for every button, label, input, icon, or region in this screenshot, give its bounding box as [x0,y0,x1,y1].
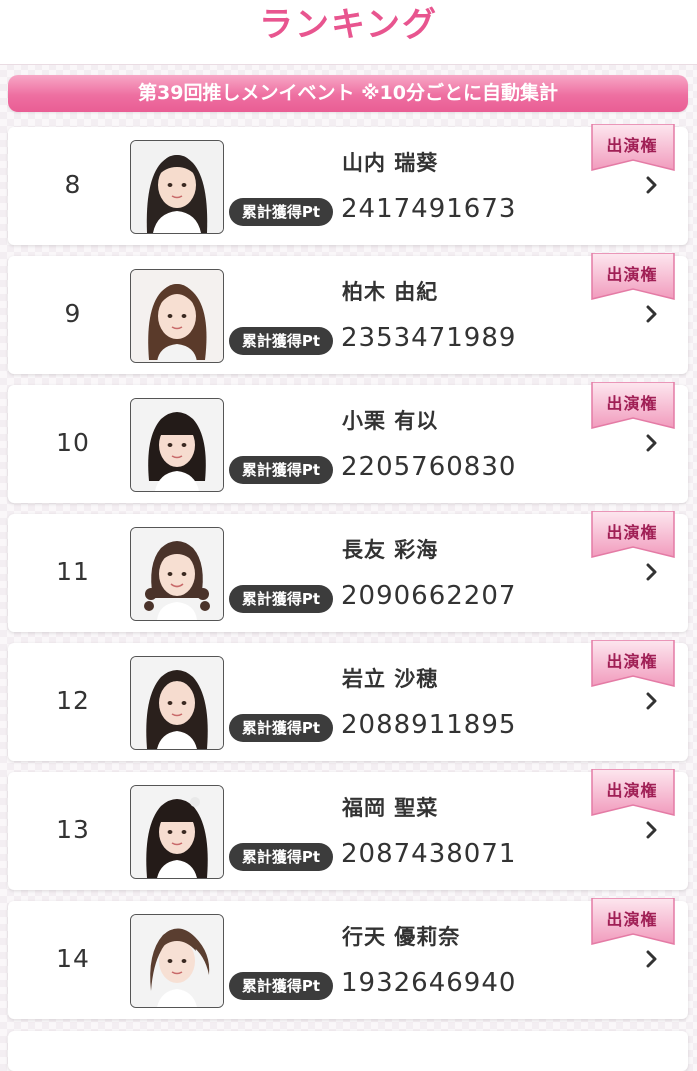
member-avatar [130,914,224,1008]
ribbon-label: 出演権 [606,523,658,542]
chevron-right-icon[interactable] [642,563,660,581]
ranking-card[interactable]: 9 柏木 由紀 累計獲得Pt 2353471989 出演権 [8,253,688,374]
ribbon-badge-icon: 出演権 [588,511,682,561]
point-value: 2417491673 [341,194,517,224]
point-value: 2087438071 [341,839,517,869]
ranking-card[interactable]: 13 福岡 聖菜 累計獲得Pt 2087438071 出演権 [8,769,688,890]
ribbon-label: 出演権 [606,652,658,671]
point-value: 1932646940 [341,968,517,998]
event-banner: 第39回推しメンイベント ※10分ごとに自動集計 [8,75,688,112]
chevron-right-icon[interactable] [642,176,660,194]
member-name: 柏木 由紀 [342,280,439,304]
member-name: 福岡 聖菜 [342,796,439,820]
member-name: 岩立 沙穂 [342,667,439,691]
ribbon-label: 出演権 [606,910,658,929]
chevron-right-icon[interactable] [642,821,660,839]
point-value: 2205760830 [341,452,517,482]
member-avatar [130,140,224,234]
ranking-card[interactable]: 10 小栗 有以 累計獲得Pt 2205760830 出演権 [8,382,688,503]
chevron-right-icon[interactable] [642,950,660,968]
chevron-right-icon[interactable] [642,305,660,323]
ribbon-badge-icon: 出演権 [588,253,682,303]
member-name: 小栗 有以 [342,409,439,433]
ribbon-badge-icon: 出演権 [588,382,682,432]
rank-number: 11 [56,557,90,586]
member-name: 山内 瑞葵 [342,151,439,175]
ribbon-badge-icon: 出演権 [588,769,682,819]
header: ランキング [0,0,697,65]
ribbon-label: 出演権 [606,394,658,413]
rank-number: 13 [56,815,90,844]
rank-number: 14 [56,944,90,973]
pt-badge: 累計獲得Pt [229,198,333,226]
ribbon-label: 出演権 [606,265,658,284]
member-name: 長友 彩海 [342,538,439,562]
ribbon-badge-icon: 出演権 [588,898,682,948]
rank-number: 12 [56,686,90,715]
ribbon-badge-icon: 出演権 [588,124,682,174]
ranking-card[interactable]: 11 長友 彩海 累計獲得Pt 2090662207 出演権 [8,511,688,632]
member-avatar [130,398,224,492]
point-value: 2088911895 [341,710,517,740]
ribbon-label: 出演権 [606,136,658,155]
member-avatar [130,656,224,750]
pt-badge: 累計獲得Pt [229,972,333,1000]
pt-badge: 累計獲得Pt [229,456,333,484]
chevron-right-icon[interactable] [642,692,660,710]
ranking-card[interactable]: 12 岩立 沙穂 累計獲得Pt 2088911895 出演権 [8,640,688,761]
event-banner-text: 第39回推しメンイベント ※10分ごとに自動集計 [138,82,558,104]
member-avatar [130,527,224,621]
ranking-card-partial [8,1031,688,1071]
member-name: 行天 優莉奈 [342,925,461,949]
pt-badge: 累計獲得Pt [229,327,333,355]
page-title: ランキング [259,5,438,45]
point-value: 2353471989 [341,323,517,353]
pt-badge: 累計獲得Pt [229,714,333,742]
ribbon-badge-icon: 出演権 [588,640,682,690]
pt-badge: 累計獲得Pt [229,843,333,871]
ribbon-label: 出演権 [606,781,658,800]
ranking-card[interactable]: 8 山内 瑞葵 累計獲得Pt 2417491673 出演権 [8,124,688,245]
rank-number: 8 [64,170,82,199]
member-avatar [130,269,224,363]
member-avatar [130,785,224,879]
rank-number: 9 [64,299,82,328]
rank-number: 10 [56,428,90,457]
point-value: 2090662207 [341,581,517,611]
ranking-card[interactable]: 14 行天 優莉奈 累計獲得Pt 1932646940 出演権 [8,898,688,1019]
pt-badge: 累計獲得Pt [229,585,333,613]
chevron-right-icon[interactable] [642,434,660,452]
